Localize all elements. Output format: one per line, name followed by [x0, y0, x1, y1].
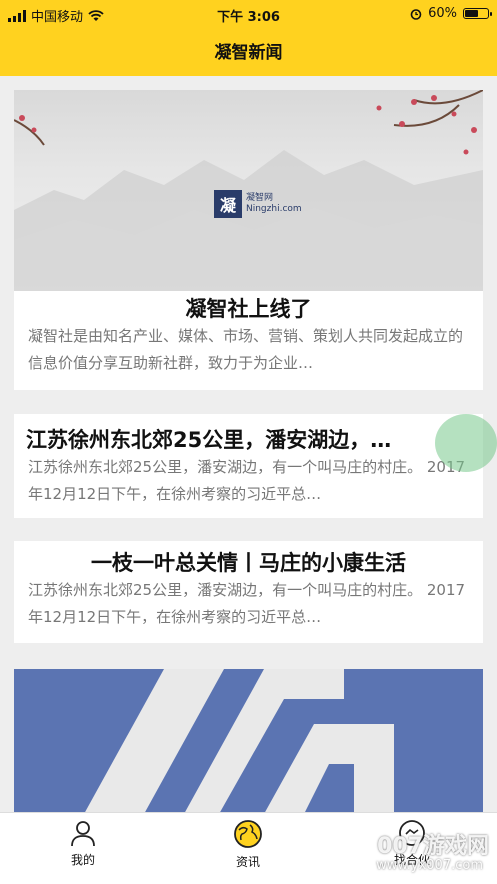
tab-label: 资讯: [235, 855, 260, 869]
battery-icon: [463, 8, 492, 19]
alarm-icon: [410, 8, 422, 20]
page-title: 凝智新闻: [214, 43, 283, 63]
article-title: 凝智社上线了: [185, 297, 312, 321]
globe-icon: [234, 820, 262, 848]
battery-percent: 60%: [428, 6, 457, 21]
article-cover-image: 凝 凝智网 Ningzhi.com: [14, 90, 483, 291]
article-card[interactable]: 凝 凝智网 Ningzhi.com 凝智社上线了 凝智社是由知名产业、媒体、市场、…: [14, 90, 483, 390]
tab-news[interactable]: 资讯: [208, 819, 288, 870]
ningzhi-logo: 凝 凝智网 Ningzhi.com: [214, 190, 302, 218]
watermark-url: www.yx007.com: [376, 858, 483, 873]
article-summary: 凝智社是由知名产业、媒体、市场、营销、策划人共同发起成立的信息价值分享互助新社群…: [28, 327, 464, 372]
watermark-logo: 007游戏网: [377, 834, 489, 859]
person-icon: [71, 821, 95, 847]
tab-mine[interactable]: 我的: [43, 819, 123, 868]
tab-label: 我的: [70, 853, 95, 867]
article-card[interactable]: 江苏徐州东北郊25公里，潘安湖边，… 江苏徐州东北郊25公里，潘安湖边，有一个叫…: [14, 414, 483, 518]
nav-bar: 凝智新闻: [0, 28, 497, 76]
article-summary: 江苏徐州东北郊25公里，潘安湖边，有一个叫马庄的村庄。 2017年12月12日下…: [28, 458, 466, 503]
article-summary: 江苏徐州东北郊25公里，潘安湖边，有一个叫马庄的村庄。 2017年12月12日下…: [28, 581, 466, 626]
article-cover-image[interactable]: [14, 669, 483, 814]
article-title: 一枝一叶总关情丨马庄的小康生活: [91, 551, 406, 575]
touch-indicator: [435, 414, 497, 472]
article-title: 江苏徐州东北郊25公里，潘安湖边，…: [26, 428, 392, 452]
status-bar: 中国移动 下午 3:06 60%: [0, 0, 497, 28]
article-card[interactable]: 一枝一叶总关情丨马庄的小康生活 江苏徐州东北郊25公里，潘安湖边，有一个叫马庄的…: [14, 541, 483, 643]
